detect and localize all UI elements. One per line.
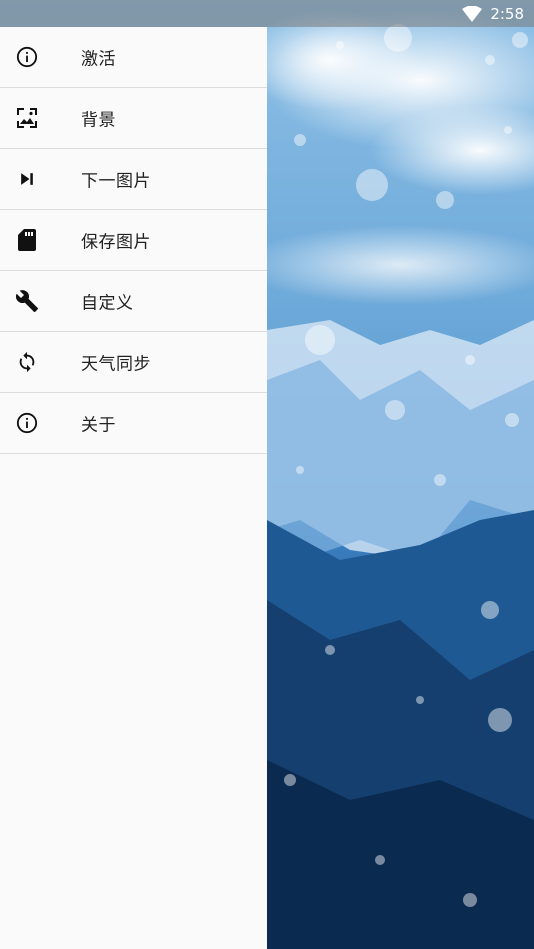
info-icon xyxy=(15,45,39,69)
wifi-icon xyxy=(462,5,483,22)
wallpaper-icon xyxy=(15,106,39,130)
menu-item-label: 背景 xyxy=(81,110,116,131)
menu-item-label: 自定义 xyxy=(81,293,134,314)
info-icon xyxy=(15,411,39,435)
menu-item-about[interactable]: 关于 xyxy=(0,393,267,454)
menu-item-background[interactable]: 背景 xyxy=(0,88,267,149)
menu-item-label: 下一图片 xyxy=(81,171,151,192)
status-indicators: 2:58 xyxy=(462,0,524,27)
menu-item-label: 天气同步 xyxy=(81,354,151,375)
menu-item-label: 关于 xyxy=(81,415,116,436)
menu-item-weather-sync[interactable]: 天气同步 xyxy=(0,332,267,393)
status-bar: 2:58 xyxy=(0,0,534,27)
sync-icon xyxy=(15,350,39,374)
menu-item-label: 保存图片 xyxy=(81,232,151,253)
navigation-drawer: 激活 背景 下一图片 保存图片 自定义 天气同步 关于 xyxy=(0,27,267,949)
clock-time: 2:58 xyxy=(490,4,524,23)
menu-item-save-image[interactable]: 保存图片 xyxy=(0,210,267,271)
sd-card-icon xyxy=(15,228,39,252)
app-screen: 2:58 激活 背景 下一图片 保存图片 自定义 天气同步 关于 xyxy=(0,0,534,949)
menu-item-label: 激活 xyxy=(81,49,116,70)
menu-item-customize[interactable]: 自定义 xyxy=(0,271,267,332)
wrench-icon xyxy=(15,289,39,313)
menu-item-activate[interactable]: 激活 xyxy=(0,27,267,88)
menu-item-next-image[interactable]: 下一图片 xyxy=(0,149,267,210)
skip-next-icon xyxy=(15,167,39,191)
